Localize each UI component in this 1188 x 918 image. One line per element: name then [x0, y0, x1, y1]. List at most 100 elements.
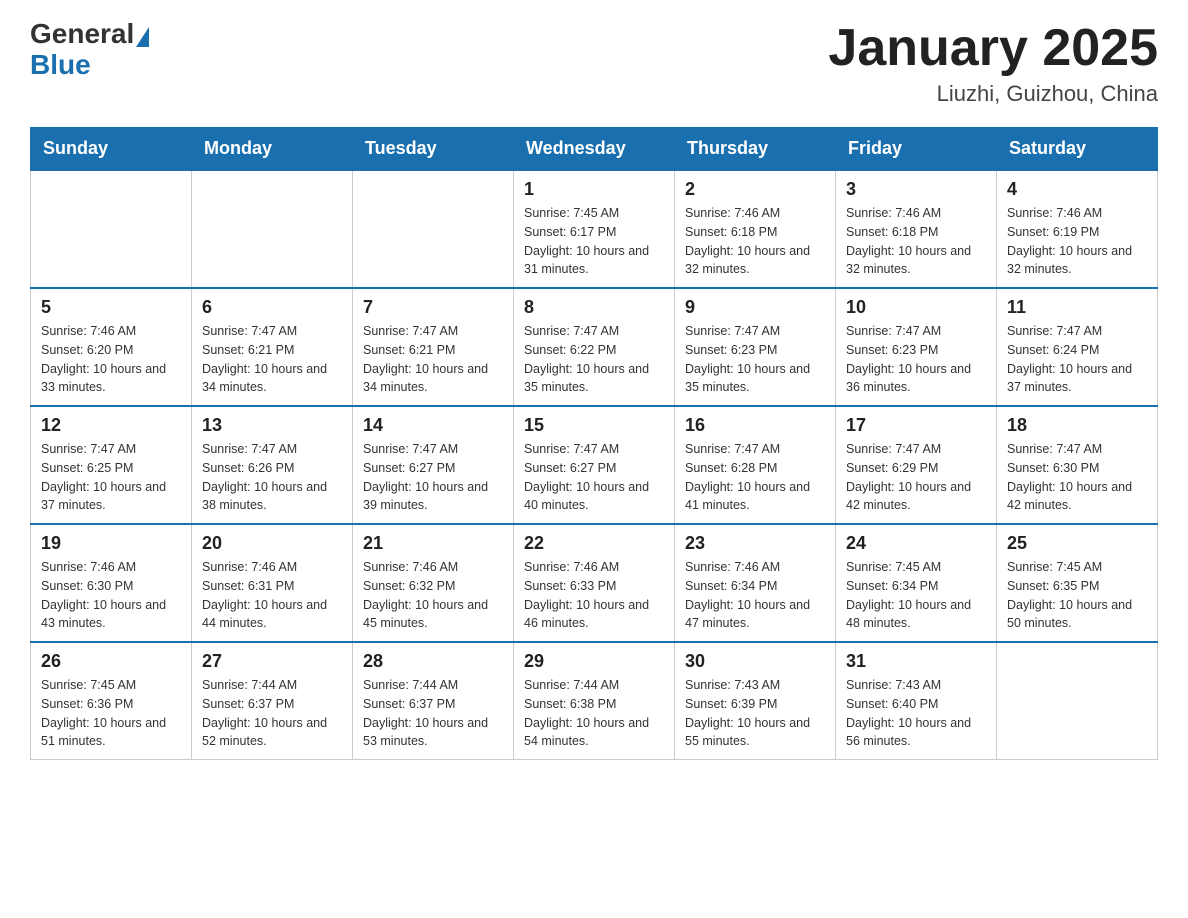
day-info: Sunrise: 7:47 AM Sunset: 6:28 PM Dayligh…: [685, 440, 825, 515]
day-number: 29: [524, 651, 664, 672]
day-info: Sunrise: 7:47 AM Sunset: 6:23 PM Dayligh…: [846, 322, 986, 397]
day-info: Sunrise: 7:47 AM Sunset: 6:23 PM Dayligh…: [685, 322, 825, 397]
day-info: Sunrise: 7:46 AM Sunset: 6:31 PM Dayligh…: [202, 558, 342, 633]
day-number: 22: [524, 533, 664, 554]
day-number: 27: [202, 651, 342, 672]
day-info: Sunrise: 7:47 AM Sunset: 6:30 PM Dayligh…: [1007, 440, 1147, 515]
calendar-cell: 28 Sunrise: 7:44 AM Sunset: 6:37 PM Dayli…: [353, 642, 514, 760]
day-info: Sunrise: 7:43 AM Sunset: 6:40 PM Dayligh…: [846, 676, 986, 751]
logo-blue-text: Blue: [30, 49, 91, 80]
day-info: Sunrise: 7:44 AM Sunset: 6:38 PM Dayligh…: [524, 676, 664, 751]
calendar-cell: 2 Sunrise: 7:46 AM Sunset: 6:18 PM Daylig…: [675, 170, 836, 288]
calendar-week-2: 5Sunrise: 7:46 AM Sunset: 6:20 PM Daylig…: [31, 288, 1158, 406]
calendar-cell: 15Sunrise: 7:47 AM Sunset: 6:27 PM Dayli…: [514, 406, 675, 524]
calendar-body: 1 Sunrise: 7:45 AM Sunset: 6:17 PM Daylig…: [31, 170, 1158, 760]
calendar-cell: 11 Sunrise: 7:47 AM Sunset: 6:24 PM Dayli…: [997, 288, 1158, 406]
calendar-cell: 16 Sunrise: 7:47 AM Sunset: 6:28 PM Dayli…: [675, 406, 836, 524]
day-number: 10: [846, 297, 986, 318]
day-info: Sunrise: 7:47 AM Sunset: 6:24 PM Dayligh…: [1007, 322, 1147, 397]
logo-general-text: General: [30, 18, 134, 49]
calendar-cell: 24Sunrise: 7:45 AM Sunset: 6:34 PM Dayli…: [836, 524, 997, 642]
day-info: Sunrise: 7:46 AM Sunset: 6:18 PM Dayligh…: [846, 204, 986, 279]
calendar-header: SundayMondayTuesdayWednesdayThursdayFrid…: [31, 128, 1158, 171]
day-info: Sunrise: 7:47 AM Sunset: 6:22 PM Dayligh…: [524, 322, 664, 397]
day-info: Sunrise: 7:46 AM Sunset: 6:34 PM Dayligh…: [685, 558, 825, 633]
day-number: 28: [363, 651, 503, 672]
calendar-cell: [31, 170, 192, 288]
calendar-cell: 6Sunrise: 7:47 AM Sunset: 6:21 PM Daylig…: [192, 288, 353, 406]
calendar-cell: 26Sunrise: 7:45 AM Sunset: 6:36 PM Dayli…: [31, 642, 192, 760]
calendar-cell: [997, 642, 1158, 760]
calendar-cell: 1 Sunrise: 7:45 AM Sunset: 6:17 PM Daylig…: [514, 170, 675, 288]
day-info: Sunrise: 7:44 AM Sunset: 6:37 PM Dayligh…: [363, 676, 503, 751]
day-number: 19: [41, 533, 181, 554]
calendar-cell: 30Sunrise: 7:43 AM Sunset: 6:39 PM Dayli…: [675, 642, 836, 760]
calendar-cell: 18Sunrise: 7:47 AM Sunset: 6:30 PM Dayli…: [997, 406, 1158, 524]
day-number: 25: [1007, 533, 1147, 554]
day-header-tuesday: Tuesday: [353, 128, 514, 171]
calendar-subtitle: Liuzhi, Guizhou, China: [828, 81, 1158, 107]
calendar-cell: 17 Sunrise: 7:47 AM Sunset: 6:29 PM Dayli…: [836, 406, 997, 524]
title-block: January 2025 Liuzhi, Guizhou, China: [828, 20, 1158, 107]
day-number: 2: [685, 179, 825, 200]
calendar-cell: 19 Sunrise: 7:46 AM Sunset: 6:30 PM Dayli…: [31, 524, 192, 642]
day-info: Sunrise: 7:45 AM Sunset: 6:35 PM Dayligh…: [1007, 558, 1147, 633]
calendar-title: January 2025: [828, 20, 1158, 77]
day-number: 21: [363, 533, 503, 554]
calendar-cell: 14 Sunrise: 7:47 AM Sunset: 6:27 PM Dayli…: [353, 406, 514, 524]
day-number: 1: [524, 179, 664, 200]
day-info: Sunrise: 7:45 AM Sunset: 6:36 PM Dayligh…: [41, 676, 181, 751]
day-number: 7: [363, 297, 503, 318]
day-number: 16: [685, 415, 825, 436]
day-number: 14: [363, 415, 503, 436]
calendar-cell: 29 Sunrise: 7:44 AM Sunset: 6:38 PM Dayli…: [514, 642, 675, 760]
day-number: 20: [202, 533, 342, 554]
calendar-cell: 12 Sunrise: 7:47 AM Sunset: 6:25 PM Dayli…: [31, 406, 192, 524]
calendar-cell: 21 Sunrise: 7:46 AM Sunset: 6:32 PM Dayli…: [353, 524, 514, 642]
day-info: Sunrise: 7:47 AM Sunset: 6:27 PM Dayligh…: [363, 440, 503, 515]
day-info: Sunrise: 7:44 AM Sunset: 6:37 PM Dayligh…: [202, 676, 342, 751]
day-info: Sunrise: 7:46 AM Sunset: 6:30 PM Dayligh…: [41, 558, 181, 633]
day-header-monday: Monday: [192, 128, 353, 171]
day-number: 12: [41, 415, 181, 436]
logo-triangle-icon: [136, 27, 149, 47]
calendar-cell: 9 Sunrise: 7:47 AM Sunset: 6:23 PM Daylig…: [675, 288, 836, 406]
day-info: Sunrise: 7:46 AM Sunset: 6:33 PM Dayligh…: [524, 558, 664, 633]
day-info: Sunrise: 7:45 AM Sunset: 6:17 PM Dayligh…: [524, 204, 664, 279]
day-info: Sunrise: 7:47 AM Sunset: 6:21 PM Dayligh…: [363, 322, 503, 397]
calendar-cell: 3Sunrise: 7:46 AM Sunset: 6:18 PM Daylig…: [836, 170, 997, 288]
day-info: Sunrise: 7:47 AM Sunset: 6:26 PM Dayligh…: [202, 440, 342, 515]
calendar-cell: 4 Sunrise: 7:46 AM Sunset: 6:19 PM Daylig…: [997, 170, 1158, 288]
day-info: Sunrise: 7:46 AM Sunset: 6:19 PM Dayligh…: [1007, 204, 1147, 279]
day-header-thursday: Thursday: [675, 128, 836, 171]
day-number: 11: [1007, 297, 1147, 318]
day-info: Sunrise: 7:47 AM Sunset: 6:25 PM Dayligh…: [41, 440, 181, 515]
calendar-cell: 23Sunrise: 7:46 AM Sunset: 6:34 PM Dayli…: [675, 524, 836, 642]
calendar-week-4: 19 Sunrise: 7:46 AM Sunset: 6:30 PM Dayli…: [31, 524, 1158, 642]
calendar-cell: 5Sunrise: 7:46 AM Sunset: 6:20 PM Daylig…: [31, 288, 192, 406]
day-info: Sunrise: 7:47 AM Sunset: 6:29 PM Dayligh…: [846, 440, 986, 515]
day-number: 4: [1007, 179, 1147, 200]
day-number: 17: [846, 415, 986, 436]
calendar-cell: 8Sunrise: 7:47 AM Sunset: 6:22 PM Daylig…: [514, 288, 675, 406]
day-number: 31: [846, 651, 986, 672]
calendar-week-1: 1 Sunrise: 7:45 AM Sunset: 6:17 PM Daylig…: [31, 170, 1158, 288]
day-info: Sunrise: 7:46 AM Sunset: 6:20 PM Dayligh…: [41, 322, 181, 397]
day-info: Sunrise: 7:46 AM Sunset: 6:32 PM Dayligh…: [363, 558, 503, 633]
logo: General Blue: [30, 20, 149, 79]
day-info: Sunrise: 7:47 AM Sunset: 6:27 PM Dayligh…: [524, 440, 664, 515]
day-number: 9: [685, 297, 825, 318]
page-header: General Blue January 2025 Liuzhi, Guizho…: [30, 20, 1158, 107]
day-header-sunday: Sunday: [31, 128, 192, 171]
calendar-table: SundayMondayTuesdayWednesdayThursdayFrid…: [30, 127, 1158, 760]
day-info: Sunrise: 7:47 AM Sunset: 6:21 PM Dayligh…: [202, 322, 342, 397]
calendar-cell: 22 Sunrise: 7:46 AM Sunset: 6:33 PM Dayli…: [514, 524, 675, 642]
calendar-cell: [353, 170, 514, 288]
day-header-wednesday: Wednesday: [514, 128, 675, 171]
calendar-cell: 20 Sunrise: 7:46 AM Sunset: 6:31 PM Dayli…: [192, 524, 353, 642]
day-info: Sunrise: 7:45 AM Sunset: 6:34 PM Dayligh…: [846, 558, 986, 633]
day-number: 30: [685, 651, 825, 672]
day-info: Sunrise: 7:46 AM Sunset: 6:18 PM Dayligh…: [685, 204, 825, 279]
calendar-cell: 10 Sunrise: 7:47 AM Sunset: 6:23 PM Dayli…: [836, 288, 997, 406]
calendar-cell: 25 Sunrise: 7:45 AM Sunset: 6:35 PM Dayli…: [997, 524, 1158, 642]
